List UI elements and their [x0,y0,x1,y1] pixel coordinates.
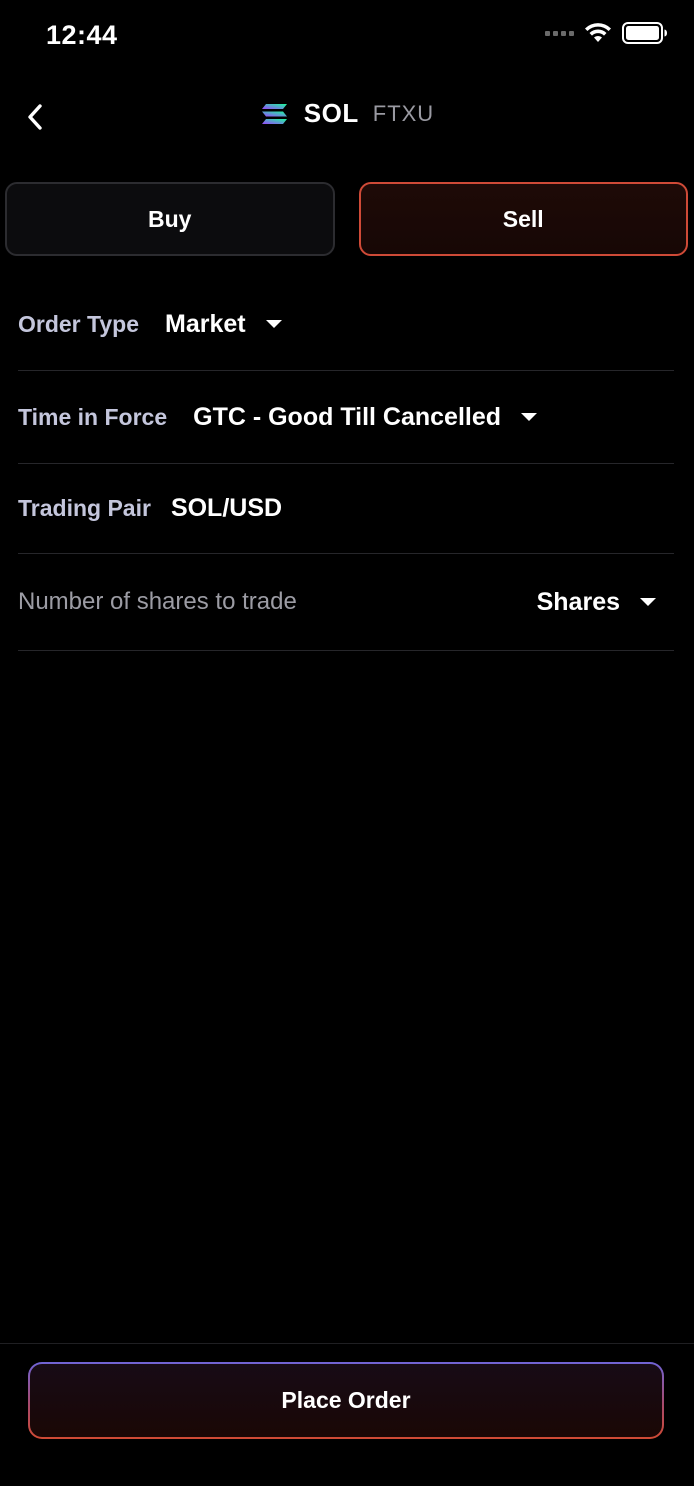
asset-symbol: SOL [303,98,359,128]
bottom-divider [0,1343,694,1344]
caret-down-icon [521,413,538,421]
status-icons [545,22,668,44]
time-in-force-label: Time in Force [18,403,168,430]
side-toggle: Buy Sell [5,182,688,256]
caret-down-icon [265,320,282,328]
order-type-value: Market [165,309,246,338]
sell-button[interactable]: Sell [358,182,688,256]
time-in-force-row: Time in Force GTC - Good Till Cancelled [18,371,674,464]
status-time: 12:44 [46,20,118,50]
order-type-dropdown[interactable]: Market [139,310,282,339]
order-form: Order Type Market Time in Force GTC - Go… [18,278,674,651]
time-in-force-value: GTC - Good Till Cancelled [193,402,502,431]
time-in-force-dropdown[interactable]: GTC - Good Till Cancelled [167,402,538,432]
caret-down-icon [640,598,656,606]
quantity-unit-dropdown[interactable]: Shares [537,588,656,617]
solana-logo-icon [261,103,287,124]
asset-exchange: FTXU [372,100,435,126]
battery-icon [622,22,667,44]
wifi-icon [585,23,611,42]
status-bar: 12:44 [0,0,694,72]
place-order-button[interactable]: Place Order [28,1362,664,1439]
buy-button[interactable]: Buy [5,182,335,256]
quantity-row: Shares [18,554,674,651]
order-type-row: Order Type Market [18,278,674,371]
order-screen: 12:44 SOL FTXU Buy Sell Order Type Marke… [0,0,694,1486]
trading-pair-row: Trading Pair SOL/USD [18,464,674,554]
shares-quantity-input[interactable] [18,577,537,627]
cellular-signal-icon [545,30,574,36]
nav-header: SOL FTXU [0,88,694,144]
trading-pair-label: Trading Pair [18,495,151,521]
order-type-label: Order Type [18,310,139,337]
trading-pair-value: SOL/USD [170,494,283,522]
quantity-unit-value: Shares [536,587,620,616]
nav-title: SOL FTXU [0,98,694,129]
